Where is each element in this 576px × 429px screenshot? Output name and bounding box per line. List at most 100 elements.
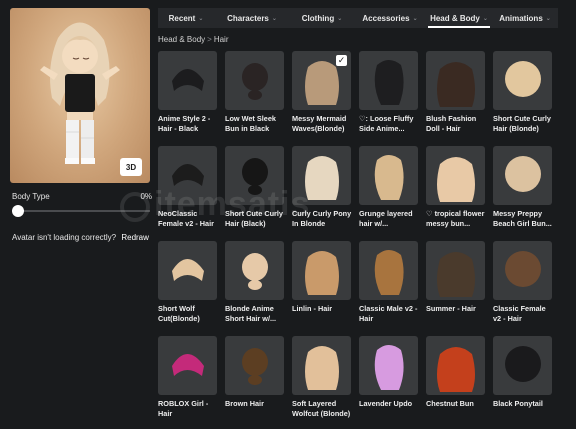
body-type-slider-track[interactable] [17,210,150,212]
item-name: Classic Male v2 - Hair [359,304,418,323]
tab-label: Recent [168,13,196,23]
tab-label: Accessories [362,13,410,23]
hair-item-card[interactable]: Low Wet Sleek Bun in Black [225,51,284,146]
hair-item-card[interactable]: Blush Fashion Doll - Hair [426,51,485,146]
item-name: Classic Female v2 - Hair [493,304,546,323]
body-type-slider-thumb[interactable] [12,205,24,217]
item-thumbnail [292,146,351,205]
hair-thumbnail-image [437,157,475,202]
hair-thumbnail-image [305,346,339,390]
chevron-down-icon: ⌄ [198,15,204,22]
hair-item-card[interactable]: Lavender Updo [359,336,418,429]
equipped-check-icon: ✓ [336,55,347,66]
item-thumbnail [225,241,284,300]
tab-accessories[interactable]: Accessories ⌄ [354,8,426,28]
hair-thumbnail-image [305,251,339,295]
item-name: Linlin - Hair [292,304,333,313]
item-name: Short Wolf Cut(Blonde) [158,304,200,323]
tab-label: Animations [499,13,543,23]
loading-help-text: Avatar isn't loading correctly? [12,233,117,242]
item-thumbnail [225,51,284,110]
hair-thumbnail-image [505,346,541,382]
view-3d-button[interactable]: 3D [120,158,142,176]
item-thumbnail [426,241,485,300]
body-type-value: 0% [140,192,152,201]
item-thumbnail [158,146,217,205]
hair-thumbnail-image [305,156,339,200]
hair-item-card[interactable]: ♡ tropical flower messy bun... [426,146,485,241]
item-thumbnail [493,241,552,300]
chevron-down-icon: ⌄ [337,15,343,22]
avatar-figure [40,22,120,164]
hair-item-card[interactable]: ROBLOX Girl - Hair [158,336,217,429]
tab-label: Clothing [301,13,335,23]
hair-item-card[interactable]: Anime Style 2 - Hair - Black [158,51,217,146]
hair-item-card[interactable]: Short Wolf Cut(Blonde) [158,241,217,336]
hair-thumbnail-image [374,250,404,295]
item-name: NeoClassic Female v2 - Hair [158,209,214,228]
item-name: Short Cute Curly Hair (Black) [225,209,283,228]
breadcrumb: Head & Body > Hair [158,35,228,44]
hair-thumbnail-image [242,158,268,195]
item-name: Messy Mermaid Waves(Blonde) [292,114,347,133]
item-name: Chestnut Bun [426,399,474,408]
breadcrumb-parent[interactable]: Head & Body [158,35,205,44]
hair-item-card[interactable]: Chestnut Bun [426,336,485,429]
item-name: Summer - Hair [426,304,476,313]
hair-item-card[interactable]: Black Ponytail [493,336,552,429]
tab-label: Characters [227,13,269,23]
hair-item-card[interactable]: Short Cute Curly Hair (Black) [225,146,284,241]
hair-item-card[interactable]: Messy Preppy Beach Girl Bun... [493,146,552,241]
item-thumbnail [158,241,217,300]
tab-label: Head & Body [430,13,480,23]
body-type-label: Body Type [12,192,50,201]
item-name: ♡ tropical flower messy bun... [426,209,485,228]
hair-item-card[interactable]: Classic Female v2 - Hair [493,241,552,336]
avatar-preview: 3D [10,8,150,183]
item-thumbnail [359,336,418,395]
tab-animations[interactable]: Animations ⌄ [492,8,558,28]
tab-clothing[interactable]: Clothing ⌄ [290,8,354,28]
item-thumbnail [426,51,485,110]
item-name: Black Ponytail [493,399,543,408]
item-name: Low Wet Sleek Bun in Black [225,114,276,133]
hair-item-card[interactable]: ✓ Messy Mermaid Waves(Blonde) [292,51,351,146]
hair-item-card[interactable]: Soft Layered Wolfcut (Blonde) [292,336,351,429]
hair-item-card[interactable]: Short Cute Curly Hair (Blonde) [493,51,552,146]
tab-head-body[interactable]: Head & Body ⌄ [426,8,492,28]
hair-item-card[interactable]: Brown Hair [225,336,284,429]
item-name: Grunge layered hair w/... [359,209,413,228]
breadcrumb-separator: > [207,35,212,44]
hair-item-card[interactable]: Linlin - Hair [292,241,351,336]
hair-thumbnail-image [172,69,204,91]
hair-item-card[interactable]: Grunge layered hair w/... [359,146,418,241]
item-name: Soft Layered Wolfcut (Blonde) [292,399,351,418]
hair-thumbnail-image [242,63,268,100]
chevron-down-icon: ⌄ [482,15,488,22]
item-name: Lavender Updo [359,399,413,408]
hair-item-card[interactable]: ♡: Loose Fluffy Side Anime... [359,51,418,146]
hair-item-card[interactable]: Blonde Anime Short Hair w/... [225,241,284,336]
item-thumbnail [225,146,284,205]
item-name: Short Cute Curly Hair (Blonde) [493,114,551,133]
hair-thumbnail-image [437,252,475,297]
hair-items-grid: Anime Style 2 - Hair - Black Low Wet Slee… [158,51,560,429]
body-type-row: Body Type 0% [12,192,152,201]
hair-item-card[interactable]: Curly Curly Pony In Blonde [292,146,351,241]
item-thumbnail: ✓ [292,51,351,110]
hair-thumbnail-image [505,61,541,97]
hair-item-card[interactable]: Summer - Hair [426,241,485,336]
hair-item-card[interactable]: Classic Male v2 - Hair [359,241,418,336]
tab-characters[interactable]: Characters ⌄ [214,8,290,28]
hair-item-card[interactable]: NeoClassic Female v2 - Hair [158,146,217,241]
item-thumbnail [359,146,418,205]
chevron-down-icon: ⌄ [412,15,418,22]
item-thumbnail [292,241,351,300]
item-thumbnail [292,336,351,395]
tab-recent[interactable]: Recent ⌄ [158,8,214,28]
redraw-link[interactable]: Redraw [121,233,149,242]
category-tabs: Recent ⌄ Characters ⌄ Clothing ⌄ Accessories ⌄ H… [158,8,558,28]
item-name: ♡: Loose Fluffy Side Anime... [359,114,414,133]
item-thumbnail [225,336,284,395]
item-thumbnail [493,146,552,205]
